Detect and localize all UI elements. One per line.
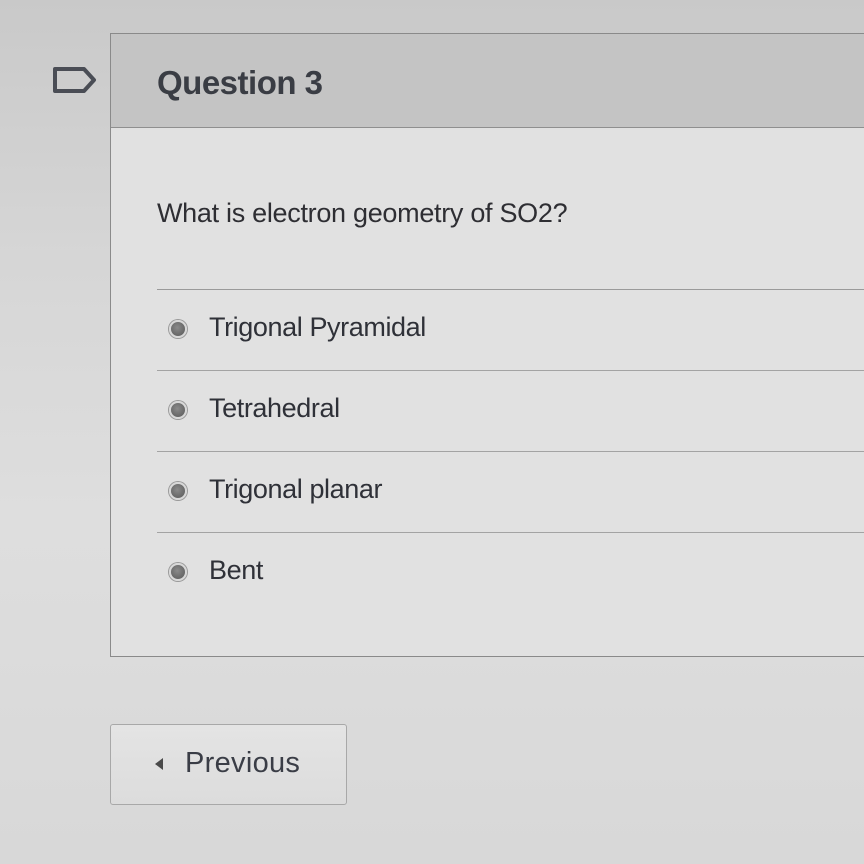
answer-option-trigonal-pyramidal[interactable]: Trigonal Pyramidal xyxy=(157,290,864,371)
radio-button[interactable] xyxy=(169,563,187,581)
answer-option-tetrahedral[interactable]: Tetrahedral xyxy=(157,371,864,452)
chevron-left-icon xyxy=(155,758,163,770)
question-title: Question 3 xyxy=(157,64,323,101)
question-card: Question 3 What is electron geometry of … xyxy=(110,33,864,657)
radio-button[interactable] xyxy=(169,401,187,419)
answer-label[interactable]: Tetrahedral xyxy=(209,393,340,424)
flag-question-icon[interactable] xyxy=(52,66,98,94)
previous-button[interactable]: Previous xyxy=(110,724,347,805)
answer-label[interactable]: Trigonal Pyramidal xyxy=(209,312,426,343)
question-header: Question 3 xyxy=(111,34,864,128)
answer-label[interactable]: Bent xyxy=(209,555,263,586)
answer-label[interactable]: Trigonal planar xyxy=(209,474,383,505)
answer-option-trigonal-planar[interactable]: Trigonal planar xyxy=(157,452,864,533)
radio-button[interactable] xyxy=(169,320,187,338)
previous-label: Previous xyxy=(185,747,301,779)
radio-button[interactable] xyxy=(169,482,187,500)
answer-option-bent[interactable]: Bent xyxy=(157,533,864,614)
answer-list: Trigonal Pyramidal Tetrahedral Trigonal … xyxy=(157,289,864,614)
question-text: What is electron geometry of SO2? xyxy=(157,198,568,228)
